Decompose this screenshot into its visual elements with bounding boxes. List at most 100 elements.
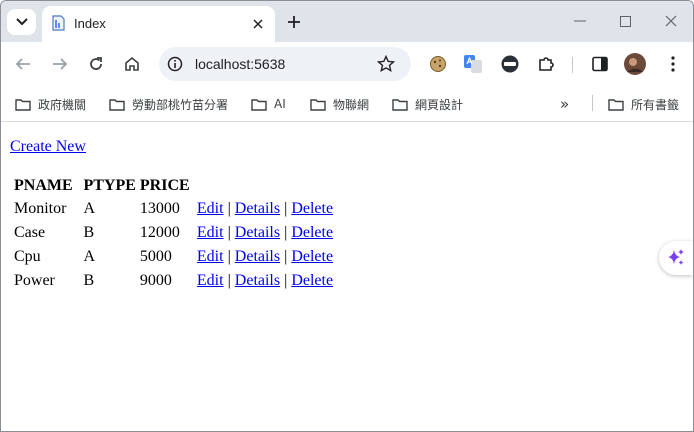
- delete-link[interactable]: Delete: [291, 200, 333, 217]
- bookmark-star-icon[interactable]: [377, 55, 395, 73]
- all-bookmarks-label: 所有書籤: [631, 97, 680, 112]
- toolbar-divider: [572, 57, 573, 73]
- bookmarks-bar: 政府機關 勞動部桃竹苗分署 AI 物聯網 網頁設計 » 所有書籤: [1, 86, 693, 122]
- bookmark-label: 網頁設計: [415, 97, 464, 112]
- cell-price: 9000: [139, 272, 172, 289]
- maximize-icon: [619, 15, 631, 27]
- bookmark-folder-2[interactable]: 勞動部桃竹苗分署: [109, 95, 228, 113]
- page-icon: [52, 15, 65, 31]
- bookmark-folder-4[interactable]: 物聯網: [310, 95, 369, 113]
- maximize-button[interactable]: [612, 11, 638, 31]
- cell-ptype: A: [83, 200, 96, 217]
- chevron-down-icon: [15, 18, 28, 26]
- bookmarks-divider: [592, 95, 593, 111]
- edit-link[interactable]: Edit: [197, 272, 224, 289]
- bookmark-label: 勞動部桃竹苗分署: [132, 97, 229, 112]
- column-header-actions: [196, 176, 333, 196]
- separator: |: [227, 200, 231, 217]
- side-panel-button[interactable]: [591, 55, 609, 73]
- bookmark-folder-5[interactable]: 網頁設計: [392, 95, 463, 113]
- create-new-link[interactable]: Create New: [10, 138, 86, 156]
- cell-price: 13000: [139, 200, 180, 217]
- bookmarks-overflow-button[interactable]: »: [560, 95, 569, 113]
- info-icon[interactable]: [167, 56, 183, 72]
- more-vertical-icon: [671, 56, 675, 72]
- separator: |: [284, 272, 288, 289]
- separator: |: [284, 248, 288, 265]
- cell-pname: Cpu: [14, 248, 41, 265]
- delete-link[interactable]: Delete: [291, 224, 333, 241]
- column-header-pname: PNAME: [14, 177, 73, 194]
- details-link[interactable]: Details: [235, 272, 280, 289]
- cell-price: 5000: [139, 248, 172, 265]
- bookmark-folder-3[interactable]: AI: [251, 95, 286, 113]
- reload-button[interactable]: [84, 52, 108, 76]
- separator: |: [227, 272, 231, 289]
- delete-link[interactable]: Delete: [291, 272, 333, 289]
- avatar-icon: [624, 53, 646, 75]
- column-header-ptype: PTYPE: [83, 177, 136, 194]
- tab-search-button[interactable]: [7, 9, 36, 35]
- tab-close-button[interactable]: [248, 14, 268, 34]
- table-row: Monitor A 13000 Edit | Details | Delete: [13, 198, 333, 220]
- sparkle-icon: [668, 249, 684, 265]
- table-body: Monitor A 13000 Edit | Details | Delete Case…: [13, 198, 333, 292]
- cell-actions: Edit | Details | Delete: [196, 246, 333, 268]
- folder-icon: [608, 98, 624, 111]
- profile-avatar[interactable]: [624, 53, 646, 75]
- browser-menu-button[interactable]: [664, 55, 682, 73]
- cell-pname: Case: [14, 224, 46, 241]
- tab-strip: Index: [1, 1, 693, 42]
- table-header-row: PNAME PTYPE PRICE: [13, 176, 333, 196]
- cell-actions: Edit | Details | Delete: [196, 270, 333, 292]
- minimize-button[interactable]: [567, 11, 593, 31]
- edit-link[interactable]: Edit: [197, 200, 224, 217]
- extension-translate[interactable]: [464, 55, 482, 73]
- column-header-price: PRICE: [139, 177, 190, 194]
- cell-pname: Monitor: [14, 200, 67, 217]
- forward-button[interactable]: [48, 52, 72, 76]
- extension-web[interactable]: [501, 55, 519, 73]
- tab-index[interactable]: Index: [42, 6, 275, 42]
- edit-link[interactable]: Edit: [197, 248, 224, 265]
- cell-ptype: B: [83, 272, 95, 289]
- puzzle-icon: [539, 57, 554, 71]
- ai-assistant-button[interactable]: [659, 241, 693, 275]
- details-link[interactable]: Details: [235, 248, 280, 265]
- close-icon: [253, 19, 263, 29]
- home-icon: [125, 56, 139, 71]
- cell-ptype: B: [83, 224, 95, 241]
- delete-link[interactable]: Delete: [291, 248, 333, 265]
- all-bookmarks-button[interactable]: 所有書籤: [608, 95, 679, 113]
- address-bar[interactable]: localhost:5638: [159, 47, 411, 81]
- table-row: Power B 9000 Edit | Details | Delete: [13, 270, 333, 292]
- extension-cookie[interactable]: [429, 55, 447, 73]
- browser-toolbar: localhost:5638: [1, 42, 693, 86]
- page-content: Create New PNAME PTYPE PRICE Monitor A 130…: [1, 122, 693, 431]
- bookmark-label: AI: [274, 97, 286, 111]
- translate-icon: [464, 55, 482, 73]
- cell-actions: Edit | Details | Delete: [196, 198, 333, 220]
- back-button[interactable]: [11, 52, 35, 76]
- folder-icon: [251, 98, 267, 111]
- browser-window: Index localhost:5638 政府機關 勞動部桃竹苗分署 AI 物聯…: [0, 0, 694, 432]
- bookmark-folder-1[interactable]: 政府機關: [15, 95, 86, 113]
- home-button[interactable]: [120, 52, 144, 76]
- details-link[interactable]: Details: [235, 200, 280, 217]
- folder-icon: [310, 98, 326, 111]
- separator: |: [227, 224, 231, 241]
- cell-price: 12000: [139, 224, 180, 241]
- table-row: Case B 12000 Edit | Details | Delete: [13, 222, 333, 244]
- cell-pname: Power: [14, 272, 55, 289]
- extensions-button[interactable]: [537, 55, 555, 73]
- minimize-icon: [574, 20, 586, 22]
- window-close-button[interactable]: [658, 11, 684, 31]
- edit-link[interactable]: Edit: [197, 224, 224, 241]
- details-link[interactable]: Details: [235, 224, 280, 241]
- side-panel-icon: [592, 56, 608, 72]
- bookmark-label: 物聯網: [333, 97, 370, 112]
- new-tab-button[interactable]: [283, 11, 305, 33]
- folder-icon: [15, 98, 31, 111]
- cookie-icon: [430, 56, 446, 72]
- folder-icon: [392, 98, 408, 111]
